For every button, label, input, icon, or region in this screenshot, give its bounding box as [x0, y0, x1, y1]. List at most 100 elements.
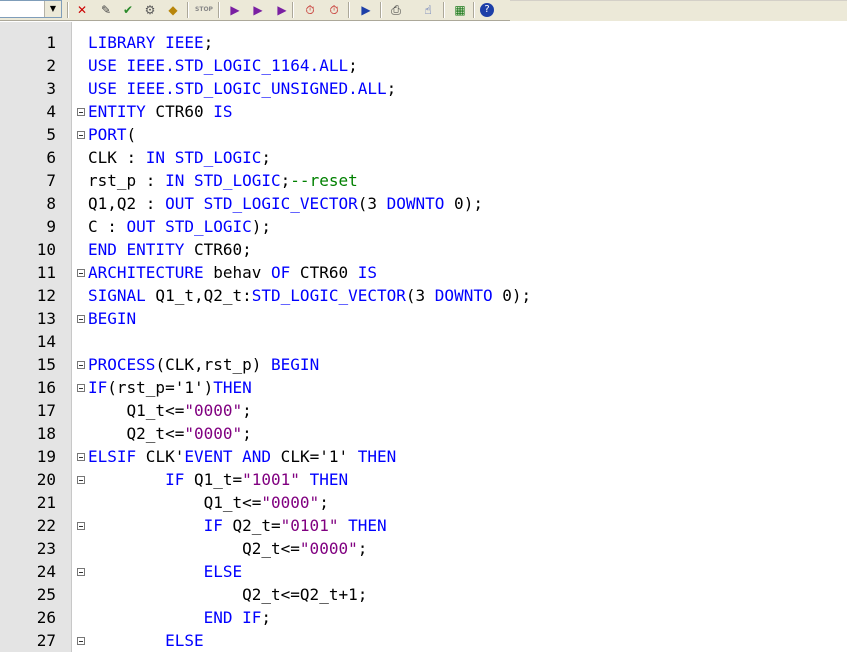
fold-toggle-icon[interactable] — [75, 261, 86, 284]
fold-toggle-icon[interactable] — [75, 353, 86, 376]
code-line[interactable]: IF Q1_t="1001" THEN — [88, 468, 348, 491]
code-line[interactable]: Q2_t<=Q2_t+1; — [88, 583, 367, 606]
code-line[interactable]: BEGIN — [88, 307, 136, 330]
fold-toggle-icon[interactable] — [75, 376, 86, 399]
code-token: IN STD_LOGIC — [165, 171, 281, 190]
code-line[interactable]: PORT( — [88, 123, 136, 146]
code-line[interactable]: IF(rst_p='1')THEN — [88, 376, 252, 399]
help-icon[interactable]: ? — [480, 3, 494, 17]
line-number: 5 — [46, 125, 56, 144]
code-line[interactable]: Q1_t<="0000"; — [88, 491, 329, 514]
code-line[interactable]: ENTITY CTR60 IS — [88, 100, 233, 123]
code-token: Q2_t<=Q2_t+1; — [242, 585, 368, 604]
code-token: STD_LOGIC_VECTOR — [251, 286, 406, 305]
code-line[interactable]: Q2_t<="0000"; — [88, 422, 252, 445]
line-number: 20 — [36, 470, 56, 489]
fold-toggle-icon[interactable] — [75, 445, 86, 468]
line-number: 22 — [36, 516, 56, 535]
line-number: 25 — [36, 585, 56, 604]
clock-icon[interactable]: ⏱ — [300, 1, 320, 19]
code-token: IF — [165, 470, 185, 489]
fold-toggle-icon[interactable] — [75, 100, 86, 123]
code-line[interactable]: USE IEEE.STD_LOGIC_1164.ALL; — [88, 54, 358, 77]
code-line[interactable]: Q1,Q2 : OUT STD_LOGIC_VECTOR(3 DOWNTO 0)… — [88, 192, 483, 215]
select-icon[interactable]: ✕ — [72, 1, 92, 19]
code-token: CTR60; — [184, 240, 252, 259]
line-number: 14 — [36, 332, 56, 351]
code-token: ; — [261, 148, 272, 167]
code-line[interactable]: ELSE — [88, 560, 243, 583]
fold-toggle-icon[interactable] — [75, 468, 86, 491]
fold-toggle-icon[interactable] — [75, 123, 86, 146]
pointer-icon[interactable]: ▶ — [356, 1, 376, 19]
code-line[interactable]: Q1_t<="0000"; — [88, 399, 252, 422]
code-token: USE IEEE.STD_LOGIC_UNSIGNED.ALL — [88, 79, 387, 98]
code-token: USE IEEE.STD_LOGIC_1164.ALL — [88, 56, 349, 75]
code-token: BEGIN — [271, 355, 320, 374]
code-line[interactable]: CLK : IN STD_LOGIC; — [88, 146, 271, 169]
file-selector-combo[interactable]: ▼ — [0, 0, 62, 18]
code-line[interactable]: PROCESS(CLK,rst_p) BEGIN — [88, 353, 319, 376]
line-number: 10 — [36, 240, 56, 259]
code-token: (rst_p='1') — [107, 378, 214, 397]
line-number: 13 — [36, 309, 56, 328]
line-number: 26 — [36, 608, 56, 627]
edit-pen-icon[interactable]: ✎ — [96, 1, 116, 19]
code-line[interactable]: USE IEEE.STD_LOGIC_UNSIGNED.ALL; — [88, 77, 396, 100]
line-number: 16 — [36, 378, 56, 397]
code-token: behav — [203, 263, 272, 282]
fold-toggle-icon[interactable] — [75, 307, 86, 330]
chevron-down-icon[interactable]: ▼ — [44, 1, 61, 17]
code-token: END IF — [203, 608, 262, 627]
code-token: BEGIN — [88, 309, 137, 328]
compile-icon[interactable]: ⚙ — [140, 1, 160, 19]
code-token: ; — [242, 401, 252, 420]
run-break-icon[interactable]: ▶ — [272, 1, 292, 19]
code-token: IS — [357, 263, 377, 282]
code-token: CLK' — [136, 447, 185, 466]
code-token: "1001" — [242, 470, 300, 489]
code-line[interactable]: SIGNAL Q1_t,Q2_t:STD_LOGIC_VECTOR(3 DOWN… — [88, 284, 531, 307]
fold-toggle-icon[interactable] — [75, 560, 86, 583]
code-line[interactable]: END ENTITY CTR60; — [88, 238, 252, 261]
check-icon[interactable]: ✔ — [118, 1, 138, 19]
code-token: LIBRARY IEEE — [88, 33, 204, 52]
code-line[interactable]: rst_p : IN STD_LOGIC;--reset — [88, 169, 358, 192]
code-line[interactable]: LIBRARY IEEE; — [88, 31, 213, 54]
code-token: ARCHITECTURE — [88, 263, 204, 282]
line-number: 4 — [46, 102, 56, 121]
timer-icon[interactable]: ⏱ — [324, 1, 344, 19]
fold-toggle-icon[interactable] — [75, 514, 86, 537]
code-token: OUT STD_LOGIC_VECTOR — [165, 194, 358, 213]
code-line[interactable]: END IF; — [88, 606, 271, 629]
code-line[interactable]: ELSE — [88, 629, 204, 652]
print-icon[interactable]: ⎙ — [386, 1, 406, 19]
line-number: 21 — [36, 493, 56, 512]
line-number: 8 — [46, 194, 56, 213]
code-token: OF — [271, 263, 291, 282]
line-number: 1 — [46, 33, 56, 52]
code-token: ; — [203, 33, 214, 52]
line-number: 11 — [36, 263, 56, 282]
code-token: ; — [357, 539, 368, 558]
run-icon[interactable]: ▶ — [225, 1, 245, 19]
code-token: ; — [348, 56, 358, 75]
diamond-icon[interactable]: ◆ — [163, 1, 183, 19]
code-line[interactable]: C : OUT STD_LOGIC); — [88, 215, 271, 238]
code-line[interactable]: ARCHITECTURE behav OF CTR60 IS — [88, 261, 377, 284]
hand-icon[interactable]: ☝ — [418, 1, 438, 19]
line-number: 23 — [36, 539, 56, 558]
code-line[interactable]: Q2_t<="0000"; — [88, 537, 367, 560]
line-number: 12 — [36, 286, 56, 305]
stop-icon[interactable]: STOP — [194, 1, 214, 19]
code-line[interactable]: IF Q2_t="0101" THEN — [88, 514, 387, 537]
code-token: ; — [261, 608, 272, 627]
chip-icon[interactable]: ▦ — [450, 1, 470, 19]
code-token: CTR60 — [290, 263, 358, 282]
fold-toggle-icon[interactable] — [75, 629, 86, 652]
run-step-icon[interactable]: ▶ — [248, 1, 268, 19]
code-token: THEN — [309, 470, 349, 489]
code-line[interactable]: ELSIF CLK'EVENT AND CLK='1' THEN — [88, 445, 396, 468]
